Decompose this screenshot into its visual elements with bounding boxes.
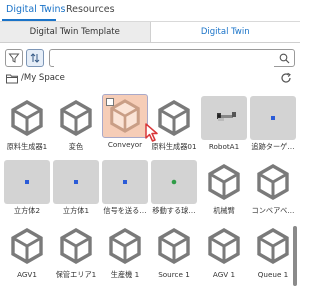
cube-icon [151, 96, 197, 140]
blue-dot-thumbnail [250, 96, 296, 140]
grid-item-9[interactable]: 信号を送る… [101, 160, 149, 216]
blue-dot-thumbnail [102, 160, 148, 204]
grid-item-7[interactable]: 立方体2 [3, 160, 51, 216]
active-tab-indicator [2, 19, 56, 21]
tab-resources[interactable]: Resources [66, 4, 115, 16]
item-label: AGV1 [17, 270, 37, 279]
blue-dot-thumbnail [4, 160, 50, 204]
grid-item-1[interactable]: 原料生成器1 [3, 96, 51, 152]
grid-item-2[interactable]: 変色 [52, 96, 100, 152]
grid-item-15[interactable]: 生産機 1 [101, 224, 149, 280]
green-dot-thumbnail [151, 160, 197, 204]
current-path: /My Space [21, 73, 65, 83]
selected-thumb [102, 94, 158, 142]
grid-item-3-selected[interactable]: Conveyor [101, 94, 158, 149]
cube-icon [4, 96, 50, 140]
cube-icon [250, 224, 296, 268]
grid-item-11[interactable]: 机械臂 [200, 160, 248, 216]
grid-item-8[interactable]: 立方体1 [52, 160, 100, 216]
sort-button[interactable] [26, 49, 44, 67]
grid-item-6[interactable]: 追跡ターゲ… [249, 96, 297, 152]
grid-item-16[interactable]: Source 1 [150, 224, 198, 279]
cube-icon [201, 224, 247, 268]
item-label: 保管エリア1 [55, 270, 97, 279]
folder-icon [6, 74, 18, 84]
cube-icon [4, 224, 50, 268]
digital-twin-grid: 原料生成器1 変色 Conveyor 原料生成器01 RobotA1 追跡ターゲ… [0, 90, 296, 290]
cube-icon [201, 160, 247, 204]
search-icon[interactable] [279, 53, 290, 64]
grid-item-18[interactable]: Queue 1 [249, 224, 297, 279]
item-label: Conveyor [107, 140, 143, 149]
cube-icon [151, 224, 197, 268]
filter-button[interactable] [5, 49, 23, 67]
item-label: RobotA1 [208, 142, 240, 151]
item-label: 追跡ターゲ… [251, 142, 295, 151]
blue-dot-thumbnail [53, 160, 99, 204]
path-row: /My Space [0, 70, 300, 88]
item-label: 原料生成器01 [151, 142, 197, 151]
robot-thumbnail [201, 96, 247, 140]
top-tab-bar: Digital Twins Resources [0, 0, 300, 22]
cube-icon [53, 96, 99, 140]
cube-icon [102, 224, 148, 268]
cube-icon [53, 224, 99, 268]
item-label: 立方体1 [62, 206, 90, 215]
grid-item-5[interactable]: RobotA1 [200, 96, 248, 151]
item-label: コンベアベ… [251, 206, 295, 215]
item-label: 信号を送る… [103, 206, 147, 215]
item-label: 机械臂 [213, 206, 235, 215]
item-label: 生産機 1 [110, 270, 140, 279]
grid-item-12[interactable]: コンベアベ… [249, 160, 297, 216]
search-input[interactable] [54, 55, 274, 70]
grid-item-13[interactable]: AGV1 [3, 224, 51, 279]
sub-tab-bar: Digital Twin Template Digital Twin [0, 22, 300, 43]
grid-item-10[interactable]: 移動する球… [150, 160, 198, 216]
cube-icon [250, 160, 296, 204]
search-box [49, 49, 295, 70]
item-label: 移動する球… [152, 206, 196, 215]
item-label: 原料生成器1 [6, 142, 48, 151]
vertical-scrollbar[interactable] [293, 226, 297, 286]
sort-icon [30, 53, 40, 63]
toolbar [0, 44, 300, 70]
grid-item-17[interactable]: AGV 1 [200, 224, 248, 279]
item-label: 立方体2 [13, 206, 41, 215]
item-label: 変色 [68, 142, 84, 151]
refresh-icon[interactable] [280, 72, 292, 84]
item-label: Source 1 [158, 270, 190, 279]
tab-digital-twin[interactable]: Digital Twin [150, 22, 300, 42]
grid-item-4[interactable]: 原料生成器01 [150, 96, 198, 152]
filter-icon [8, 53, 20, 63]
item-label: Queue 1 [257, 270, 289, 279]
grid-item-14[interactable]: 保管エリア1 [52, 224, 100, 280]
select-checkbox[interactable] [106, 98, 114, 106]
item-label: AGV 1 [212, 270, 236, 279]
tab-digital-twins[interactable]: Digital Twins [6, 4, 65, 16]
tab-digital-twin-template[interactable]: Digital Twin Template [0, 22, 151, 42]
